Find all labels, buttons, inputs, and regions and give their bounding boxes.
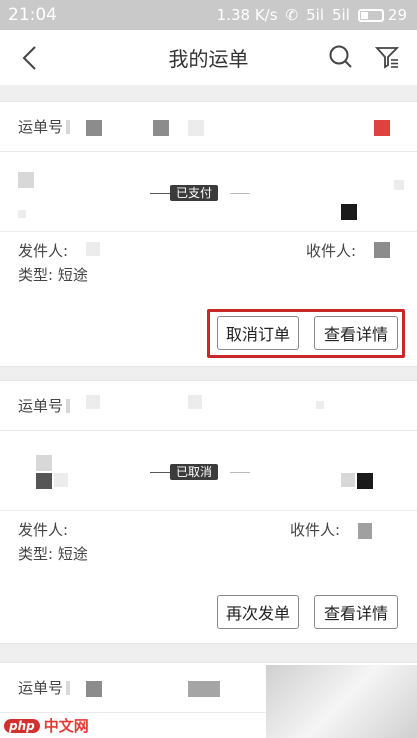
- order-id-label: 运单号: [18, 118, 64, 136]
- type-row: 类型: 短途: [18, 543, 88, 564]
- blurred-region: [266, 665, 417, 738]
- sender-label: 发件人:: [18, 521, 69, 539]
- nav-bar: 我的运单: [0, 30, 417, 85]
- order-card-2[interactable]: 运单号 已取消 发件人: 收件人: 类型: 短途 再次发单 查看详情: [0, 380, 417, 644]
- status-time: 21:04: [8, 5, 57, 25]
- order-info: 发件人: 收件人: 类型: 短途: [0, 511, 417, 581]
- page-title: 我的运单: [168, 47, 249, 71]
- receiver-label: 收件人:: [306, 242, 357, 260]
- route-section: 已支付: [0, 152, 417, 232]
- type-value: 短途: [57, 545, 88, 563]
- order-id-row: 运单号: [0, 381, 417, 431]
- battery-level: 29: [387, 6, 407, 24]
- view-details-button[interactable]: 查看详情: [314, 316, 398, 350]
- type-row: 类型: 短途: [18, 264, 88, 285]
- watermark-text: 中文网: [43, 717, 89, 735]
- status-indicators: 1.38 K/s ✆ 5il 5il 29: [217, 6, 407, 24]
- battery-icon: 29: [357, 6, 407, 24]
- status-bar: 21:04 1.38 K/s ✆ 5il 5il 29: [0, 0, 417, 30]
- order-info: 发件人: 收件人: 类型: 短途: [0, 232, 417, 302]
- watermark-badge: php: [4, 718, 40, 733]
- order-actions: 取消订单 查看详情: [0, 302, 417, 372]
- receiver-label: 收件人:: [290, 521, 341, 539]
- sender-label: 发件人:: [18, 242, 69, 260]
- order-card-1[interactable]: 运单号 已支付 发件人: 收件人: 类型: 短途 取消订单 查看详情: [0, 101, 417, 367]
- filter-icon[interactable]: [374, 44, 400, 70]
- network-speed: 1.38 K/s: [216, 6, 278, 24]
- order-actions: 再次发单 查看详情: [0, 581, 417, 651]
- order-id-label: 运单号: [18, 679, 64, 697]
- view-details-button[interactable]: 查看详情: [314, 595, 398, 629]
- type-label: 类型:: [18, 266, 54, 284]
- reorder-button[interactable]: 再次发单: [217, 595, 299, 629]
- route-section: 已取消: [0, 431, 417, 511]
- signal-icon-1: 5il: [306, 6, 325, 24]
- phone-icon: ✆: [285, 6, 299, 24]
- watermark-logo: php 中文网: [4, 715, 89, 736]
- search-icon[interactable]: [328, 44, 354, 70]
- type-label: 类型:: [18, 545, 54, 563]
- order-id-label: 运单号: [18, 397, 64, 415]
- cancel-order-button[interactable]: 取消订单: [217, 316, 299, 350]
- status-dot: [374, 120, 390, 136]
- signal-icon-2: 5il: [332, 6, 350, 24]
- order-id-row: 运单号: [0, 102, 417, 152]
- status-badge: 已支付: [170, 185, 219, 201]
- status-badge: 已取消: [170, 464, 219, 480]
- type-value: 短途: [57, 266, 88, 284]
- back-arrow-icon[interactable]: [18, 43, 42, 73]
